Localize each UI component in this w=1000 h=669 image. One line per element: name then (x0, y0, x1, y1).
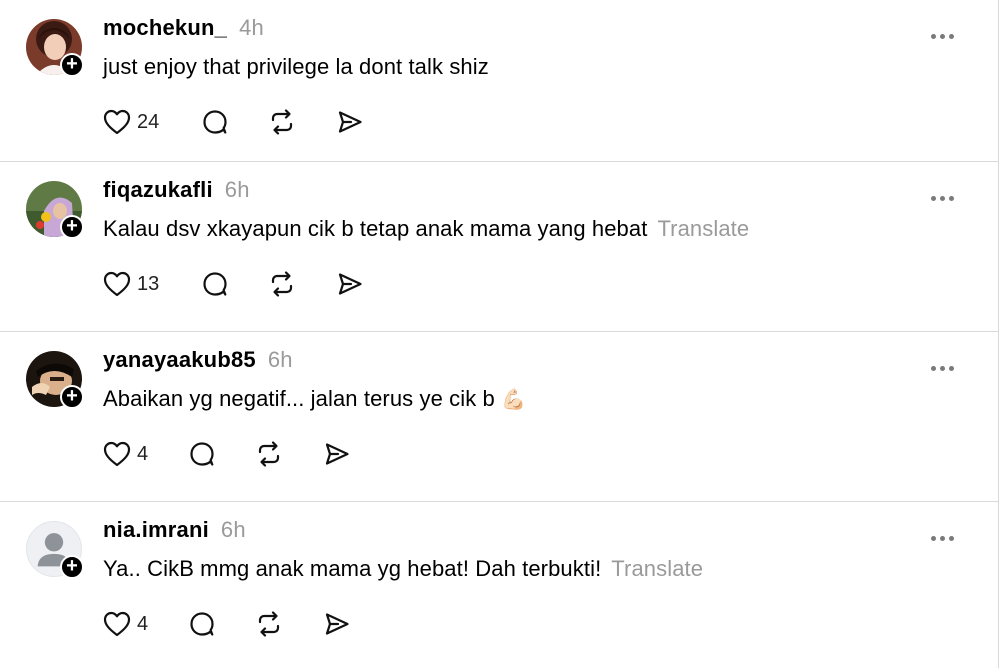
comment-item: + nia.imrani 6h Ya.. CikB mmg anak mama y… (0, 501, 998, 669)
repost-icon (258, 611, 280, 637)
comment-body: Kalau dsv xkayapun cik b tetap anak mama… (103, 216, 648, 241)
like-count: 4 (137, 442, 149, 465)
comment-icon (203, 272, 227, 296)
translate-link[interactable]: Translate (611, 556, 703, 581)
timestamp: 6h (224, 177, 250, 202)
comment-body: Ya.. CikB mmg anak mama yg hebat! Dah te… (103, 556, 602, 581)
follow-plus-icon[interactable]: + (60, 555, 84, 579)
username-link[interactable]: fiqazukafli (103, 177, 213, 202)
username-link[interactable]: nia.imrani (103, 517, 209, 542)
comment-text: Ya.. CikB mmg anak mama yg hebat! Dah te… (103, 556, 703, 582)
repost-icon (271, 271, 293, 297)
more-options-icon[interactable] (931, 26, 959, 39)
share-button[interactable] (336, 269, 364, 299)
send-icon (338, 111, 362, 133)
like-button[interactable]: 4 (103, 609, 148, 639)
follow-plus-icon[interactable]: + (60, 53, 84, 77)
like-count: 13 (137, 272, 160, 295)
follow-plus-icon[interactable]: + (60, 385, 84, 409)
avatar-container[interactable]: + (26, 181, 84, 239)
like-count: 24 (137, 110, 160, 133)
repost-button[interactable] (268, 107, 296, 137)
comment-item: + fiqazukafli 6h Kalau dsv xkayapun cik b… (0, 161, 998, 332)
heart-icon (103, 109, 131, 135)
share-button[interactable] (336, 107, 364, 137)
avatar-container[interactable]: + (26, 521, 84, 579)
repost-button[interactable] (268, 269, 296, 299)
heart-icon (103, 441, 131, 467)
send-icon (325, 443, 349, 465)
share-button[interactable] (323, 439, 351, 469)
repost-button[interactable] (255, 439, 283, 469)
send-icon (338, 273, 362, 295)
avatar-container[interactable]: + (26, 19, 84, 77)
comment-item: + yanayaakub85 6h Abaikan yg negatif... j… (0, 331, 998, 502)
flexed-biceps-emoji: 💪🏻 (501, 389, 527, 411)
username-link[interactable]: yanayaakub85 (103, 347, 256, 372)
comment-header: yanayaakub85 6h (103, 347, 293, 373)
reply-button[interactable] (188, 439, 216, 469)
comment-body: just enjoy that privilege la dont talk s… (103, 54, 489, 79)
comment-feed: + mochekun_ 4h just enjoy that privilege … (0, 0, 999, 668)
reply-button[interactable] (201, 269, 229, 299)
send-icon (325, 613, 349, 635)
comment-header: nia.imrani 6h (103, 517, 246, 543)
timestamp: 6h (267, 347, 293, 372)
heart-icon (103, 271, 131, 297)
comment-icon (190, 612, 214, 636)
more-options-icon[interactable] (931, 188, 959, 201)
translate-link[interactable]: Translate (657, 216, 749, 241)
comment-header: mochekun_ 4h (103, 15, 264, 41)
username-link[interactable]: mochekun_ (103, 15, 227, 40)
avatar-container[interactable]: + (26, 351, 84, 409)
reply-button[interactable] (201, 107, 229, 137)
like-button[interactable]: 4 (103, 439, 148, 469)
comment-text: Kalau dsv xkayapun cik b tetap anak mama… (103, 216, 749, 242)
like-button[interactable]: 13 (103, 269, 159, 299)
comment-header: fiqazukafli 6h (103, 177, 250, 203)
more-options-icon[interactable] (931, 358, 959, 371)
share-button[interactable] (323, 609, 351, 639)
repost-icon (258, 441, 280, 467)
more-options-icon[interactable] (931, 528, 959, 541)
comment-body: Abaikan yg negatif... jalan terus ye cik… (103, 386, 495, 411)
timestamp: 4h (239, 15, 264, 40)
repost-icon (271, 109, 293, 135)
heart-icon (103, 611, 131, 637)
follow-plus-icon[interactable]: + (60, 215, 84, 239)
comment-text: Abaikan yg negatif... jalan terus ye cik… (103, 386, 526, 412)
reply-button[interactable] (188, 609, 216, 639)
repost-button[interactable] (255, 609, 283, 639)
comment-icon (203, 110, 227, 134)
comment-text: just enjoy that privilege la dont talk s… (103, 54, 489, 80)
comment-icon (190, 442, 214, 466)
like-button[interactable]: 24 (103, 107, 159, 137)
like-count: 4 (137, 612, 149, 635)
timestamp: 6h (220, 517, 246, 542)
comment-item: + mochekun_ 4h just enjoy that privilege … (0, 0, 998, 161)
